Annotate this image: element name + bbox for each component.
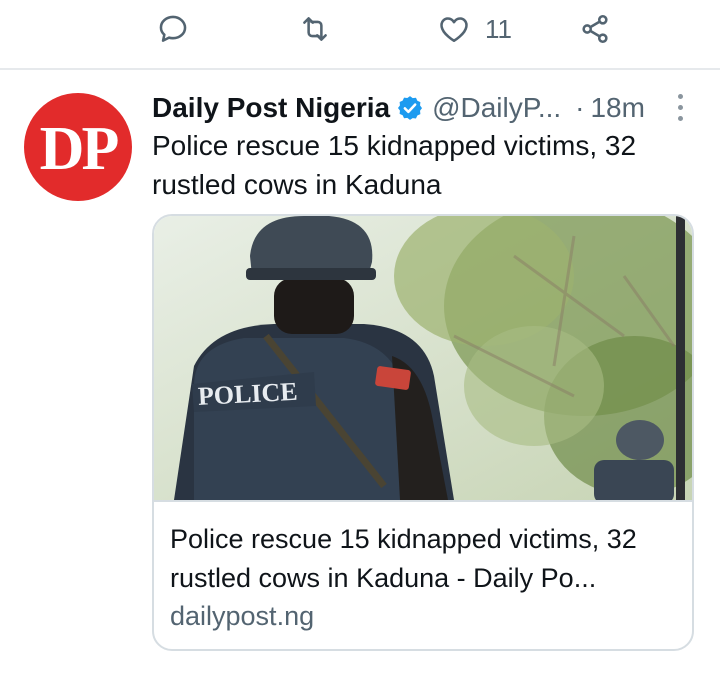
like-button[interactable]: 11: [437, 12, 512, 46]
card-title: Police rescue 15 kidnapped victims, 32 r…: [170, 524, 637, 593]
share-icon: [582, 14, 608, 44]
verified-badge-icon: [398, 96, 423, 120]
avatar-logo-text: DP: [39, 114, 120, 183]
reply-button[interactable]: [156, 12, 190, 46]
heart-icon: [440, 17, 468, 43]
separator-dot: ·: [575, 92, 585, 123]
retweet-button[interactable]: [298, 12, 332, 46]
timestamp[interactable]: 18m: [590, 92, 644, 124]
card-domain: dailypost.ng: [170, 601, 315, 631]
card-image: POLICE: [154, 216, 692, 500]
tweet-text: Police rescue 15 kidnapped victims, 32 r…: [152, 130, 637, 200]
link-card[interactable]: POLICE Police rescue 15 kidnapped victim…: [152, 214, 694, 651]
retweet-icon: [303, 17, 327, 41]
tweet-header: Daily Post Nigeria @DailyP... · 18m: [152, 88, 692, 128]
police-label: POLICE: [197, 377, 298, 411]
handle[interactable]: @DailyP...: [432, 92, 561, 124]
police-officer-photo: POLICE: [154, 216, 692, 500]
avatar[interactable]: DP: [24, 93, 132, 201]
display-name[interactable]: Daily Post Nigeria: [152, 92, 390, 124]
tweet-divider: [0, 68, 720, 70]
share-button[interactable]: [578, 12, 612, 46]
like-count: 11: [485, 13, 512, 44]
tweet-action-bar: 11: [0, 0, 720, 68]
card-separator: [154, 500, 692, 502]
reply-icon: [159, 15, 187, 42]
more-options-icon[interactable]: [676, 94, 684, 124]
